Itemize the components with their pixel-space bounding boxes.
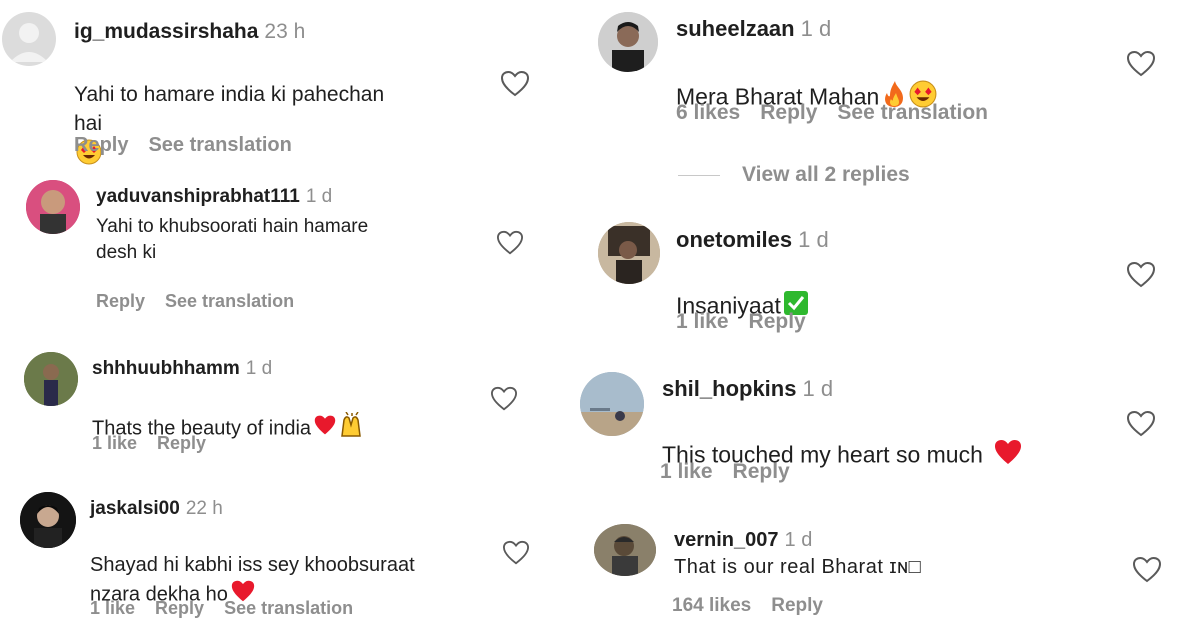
comment-actions: Reply See translation xyxy=(96,291,314,312)
reply-link[interactable]: Reply xyxy=(771,595,823,616)
reply-link[interactable]: Reply xyxy=(74,134,128,156)
user-avatar[interactable] xyxy=(594,524,656,576)
heart-outline-icon[interactable] xyxy=(1126,410,1156,443)
red-heart-emoji-icon xyxy=(313,414,337,445)
heart-outline-icon[interactable] xyxy=(1126,261,1156,294)
default-avatar-icon[interactable] xyxy=(2,12,56,66)
likes-count[interactable]: 1 like xyxy=(92,433,137,453)
heart-outline-icon[interactable] xyxy=(1132,556,1162,589)
comment-actions: 1 like Reply See translation xyxy=(90,598,373,619)
red-heart-emoji-icon xyxy=(993,438,1023,475)
user-avatar[interactable] xyxy=(26,180,80,234)
right-comment-panel-1: suheelzaan 1 d Mera Bharat Mahan 6 likes R… xyxy=(578,0,1200,206)
comment-username[interactable]: suheelzaan 1 d xyxy=(676,16,831,42)
comment-actions: 1 like Reply xyxy=(660,460,810,484)
comment-actions: 1 like Reply xyxy=(92,433,226,454)
reply-link[interactable]: Reply xyxy=(733,460,790,483)
see-translation-link[interactable]: See translation xyxy=(224,598,353,618)
see-translation-link[interactable]: See translation xyxy=(837,101,988,124)
user-avatar[interactable] xyxy=(580,372,644,436)
comment-username[interactable]: shil_hopkins 1 d xyxy=(662,376,833,402)
heart-outline-icon[interactable] xyxy=(490,386,518,417)
left-comment-panel-1: ig_mudassirshaha 23 h Yahi to hamare indi… xyxy=(0,0,560,200)
left-comment-panel-3: shhhuubhhamm 1 d Thats the beauty of indi… xyxy=(0,336,552,472)
right-comment-panel-2: onetomiles 1 d Insaniyaat 1 like Reply xyxy=(570,210,1200,350)
comment-text: That is our real Bharat ɪɴ□ xyxy=(674,556,922,578)
comment-time: 1 d xyxy=(800,16,832,41)
comment-time: 1 d xyxy=(305,186,333,207)
comment-username[interactable]: onetomiles 1 d xyxy=(676,227,829,253)
comment-time: 1 d xyxy=(784,529,813,551)
heart-outline-icon[interactable] xyxy=(1126,50,1156,83)
likes-count[interactable]: 164 likes xyxy=(672,595,751,616)
reply-link[interactable]: Reply xyxy=(96,291,145,311)
likes-count[interactable]: 6 likes xyxy=(676,101,740,124)
comment-actions: Reply See translation xyxy=(74,134,312,157)
view-replies-line xyxy=(678,175,720,176)
right-comment-panel-3: shil_hopkins 1 d This touched my heart so… xyxy=(566,356,1200,490)
likes-count[interactable]: 1 like xyxy=(90,598,135,618)
heart-outline-icon[interactable] xyxy=(496,230,524,261)
user-avatar[interactable] xyxy=(598,12,658,72)
heart-outline-icon[interactable] xyxy=(500,70,530,103)
see-translation-link[interactable]: See translation xyxy=(148,134,291,156)
user-avatar[interactable] xyxy=(24,352,78,406)
right-comment-panel-4: vernin_007 1 d That is our real Bharat ɪɴ… xyxy=(562,494,1200,628)
comment-time: 22 h xyxy=(185,498,223,519)
likes-count[interactable]: 1 like xyxy=(660,460,713,483)
left-comment-panel-4: jaskalsi00 22 h Shayad hi kabhi iss sey k… xyxy=(0,482,552,628)
comment-actions: 164 likes Reply xyxy=(672,595,843,617)
see-translation-link[interactable]: See translation xyxy=(165,291,294,311)
reply-link[interactable]: Reply xyxy=(760,101,817,124)
comment-username[interactable]: ig_mudassirshaha 23 h xyxy=(74,20,305,44)
comment-username[interactable]: yaduvanshiprabhat111 1 d xyxy=(96,186,332,208)
view-replies-button[interactable]: View all 2 replies xyxy=(742,163,910,187)
comment-actions: 1 like Reply xyxy=(676,310,826,334)
comment-time: 1 d xyxy=(802,376,834,401)
comment-username[interactable]: shhhuubhhamm 1 d xyxy=(92,358,272,380)
comment-time: 1 d xyxy=(245,358,273,379)
likes-count[interactable]: 1 like xyxy=(676,310,729,333)
reply-link[interactable]: Reply xyxy=(749,310,806,333)
left-comment-panel-2: yaduvanshiprabhat111 1 d Yahi to khubsoor… xyxy=(0,170,552,330)
raising-hands-emoji-icon xyxy=(339,411,365,447)
user-avatar[interactable] xyxy=(598,222,660,284)
reply-link[interactable]: Reply xyxy=(157,433,206,453)
user-avatar[interactable] xyxy=(20,492,76,548)
comment-text: Yahi to khubsoorati hain hamare desh ki xyxy=(96,216,369,264)
comment-username[interactable]: jaskalsi00 22 h xyxy=(90,498,223,520)
heart-outline-icon[interactable] xyxy=(502,540,530,571)
reply-link[interactable]: Reply xyxy=(155,598,204,618)
comment-username[interactable]: vernin_007 1 d xyxy=(674,529,812,552)
comment-actions: 6 likes Reply See translation xyxy=(676,101,1008,125)
comment-time: 23 h xyxy=(264,20,306,43)
comment-time: 1 d xyxy=(798,227,829,252)
